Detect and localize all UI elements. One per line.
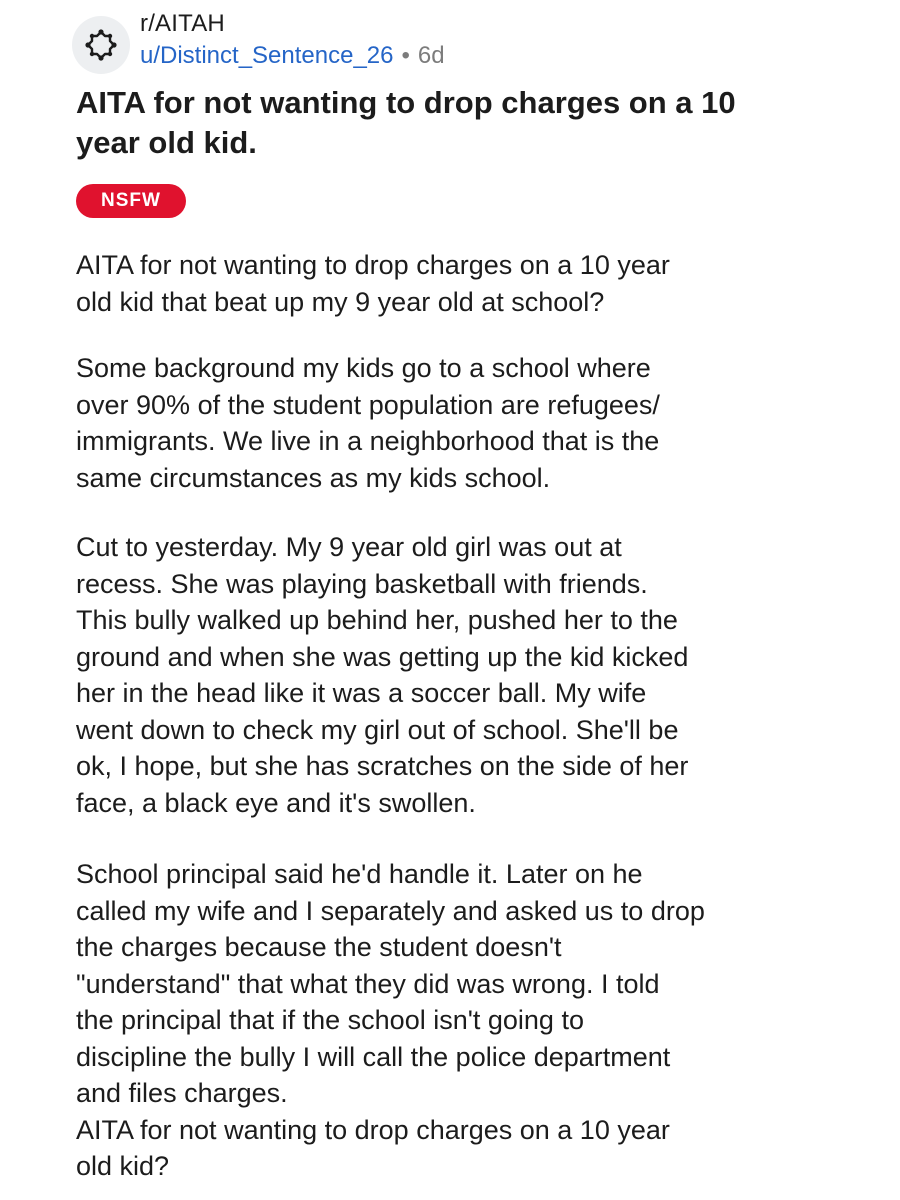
post-paragraph: AITA for not wanting to drop charges on …	[76, 250, 670, 317]
post-paragraph: Some background my kids go to a school w…	[76, 353, 660, 493]
subreddit-name[interactable]: r/AITAH	[140, 8, 840, 40]
post-header: r/AITAH u/Distinct_Sentence_26 • 6d	[72, 8, 852, 78]
post-byline: u/Distinct_Sentence_26 • 6d	[140, 40, 840, 72]
post-age: 6d	[417, 42, 445, 69]
post-title[interactable]: AITA for not wanting to drop charges on …	[76, 83, 856, 163]
post-paragraph: Cut to yesterday. My 9 year old girl was…	[76, 532, 689, 818]
snoo-placeholder-icon	[85, 29, 117, 61]
reddit-post: r/AITAH u/Distinct_Sentence_26 • 6d AITA f…	[0, 0, 900, 1200]
nsfw-badge: NSFW	[76, 184, 186, 218]
subreddit-avatar[interactable]	[72, 16, 130, 74]
post-paragraph: School principal said he'd handle it. La…	[76, 859, 705, 1181]
post-meta: r/AITAH u/Distinct_Sentence_26 • 6d	[140, 8, 840, 72]
author-username[interactable]: u/Distinct_Sentence_26	[140, 42, 394, 69]
byline-separator: •	[401, 42, 410, 69]
